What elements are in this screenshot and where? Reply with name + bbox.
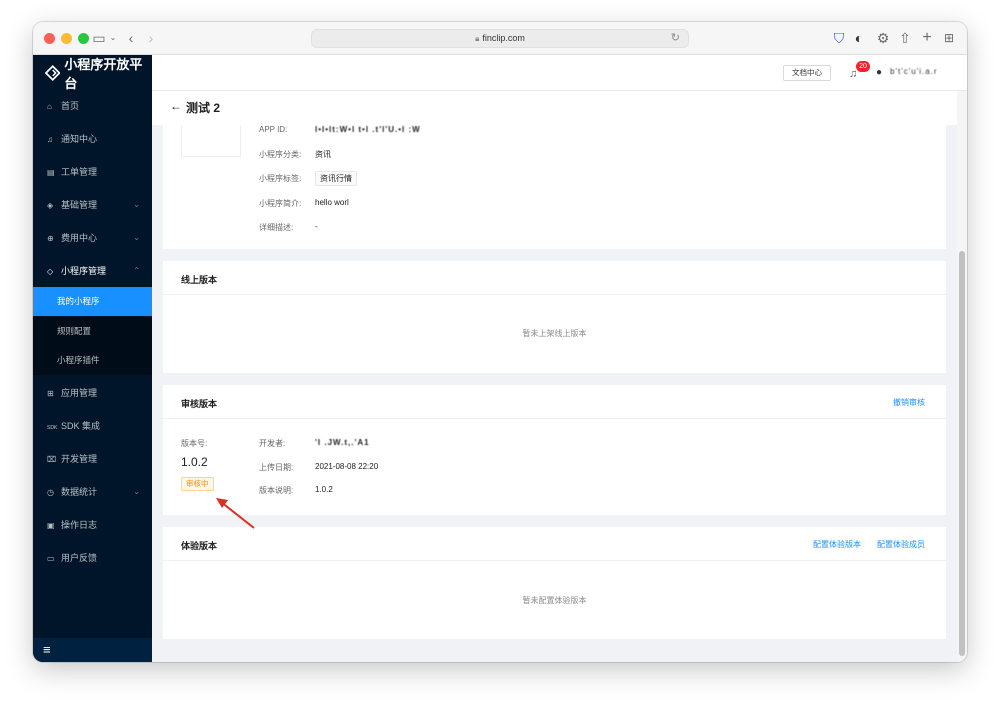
annotation-arrow-icon <box>216 498 255 529</box>
browser-window: ▭ ⌄ ‹ › 🔒︎ finclip.com ↻ ⛉ ◐ ⚙ ⇧ + ⊞ 小程序开… <box>33 22 967 662</box>
